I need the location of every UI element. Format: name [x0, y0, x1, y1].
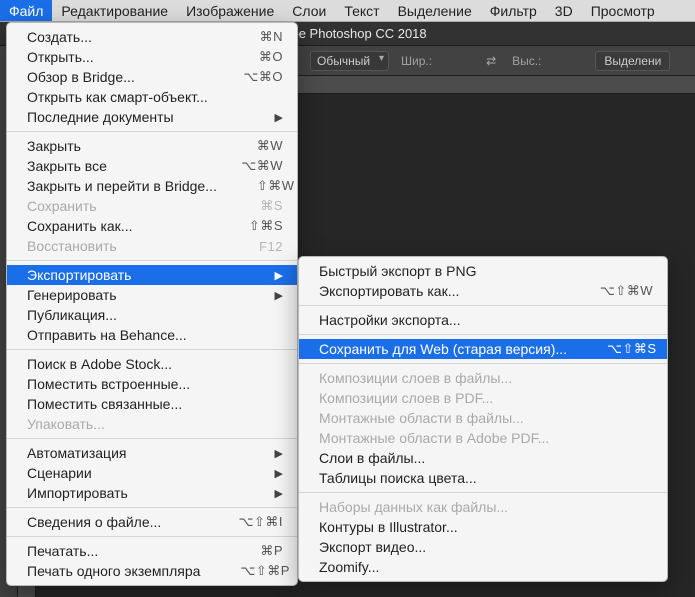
menu-separator — [299, 305, 667, 306]
menu-package: Упаковать... — [7, 414, 297, 434]
submenu-artboards-pdf: Монтажные области в Adobe PDF... — [299, 428, 667, 448]
menu-save: Сохранить⌘S — [7, 196, 297, 216]
menu-separator — [299, 334, 667, 335]
menu-publish[interactable]: Публикация... — [7, 305, 297, 325]
menu-save-as[interactable]: Сохранить как...⇧⌘S — [7, 216, 297, 236]
chevron-right-icon: ▶ — [275, 467, 283, 480]
menu-adobe-stock[interactable]: Поиск в Adobe Stock... — [7, 354, 297, 374]
blend-mode-select[interactable]: Обычный — [310, 51, 389, 71]
submenu-layers-files[interactable]: Слои в файлы... — [299, 448, 667, 468]
menu-close[interactable]: Закрыть⌘W — [7, 136, 297, 156]
submenu-save-for-web[interactable]: Сохранить для Web (старая версия)...⌥⇧⌘S — [299, 339, 667, 359]
chevron-right-icon: ▶ — [275, 289, 283, 302]
menu-recent[interactable]: Последние документы▶ — [7, 107, 297, 127]
menu-place-embedded[interactable]: Поместить встроенные... — [7, 374, 297, 394]
menu-separator — [7, 507, 297, 508]
menu-automate[interactable]: Автоматизация▶ — [7, 443, 297, 463]
menu-print[interactable]: Печатать...⌘P — [7, 541, 297, 561]
menu-print-one[interactable]: Печать одного экземпляра⌥⇧⌘P — [7, 561, 297, 581]
submenu-export-as[interactable]: Экспортировать как...⌥⇧⌘W — [299, 281, 667, 301]
submenu-quick-png[interactable]: Быстрый экспорт в PNG — [299, 261, 667, 281]
menu-browse-bridge[interactable]: Обзор в Bridge...⌥⌘O — [7, 67, 297, 87]
menu-file-info[interactable]: Сведения о файле...⌥⇧⌘I — [7, 512, 297, 532]
menu-create[interactable]: Создать...⌘N — [7, 27, 297, 47]
menu-separator — [7, 438, 297, 439]
height-label: Выс.: — [512, 54, 541, 68]
submenu-datasets: Наборы данных как файлы... — [299, 497, 667, 517]
chevron-right-icon: ▶ — [275, 111, 283, 124]
file-menu: Создать...⌘N Открыть...⌘O Обзор в Bridge… — [6, 22, 298, 586]
menu-separator — [299, 492, 667, 493]
menu-close-all[interactable]: Закрыть все⌥⌘W — [7, 156, 297, 176]
menu-import[interactable]: Импортировать▶ — [7, 483, 297, 503]
menu-separator — [7, 349, 297, 350]
menu-behance[interactable]: Отправить на Behance... — [7, 325, 297, 345]
menu-generate[interactable]: Генерировать▶ — [7, 285, 297, 305]
menubar-select[interactable]: Выделение — [389, 0, 481, 21]
chevron-right-icon: ▶ — [275, 447, 283, 460]
menu-place-linked[interactable]: Поместить связанные... — [7, 394, 297, 414]
submenu-artboards-files: Монтажные области в файлы... — [299, 408, 667, 428]
width-label: Шир.: — [401, 54, 432, 68]
menu-export[interactable]: Экспортировать▶ — [7, 265, 297, 285]
menu-revert: ВосстановитьF12 — [7, 236, 297, 256]
menubar-3d[interactable]: 3D — [546, 0, 582, 21]
menubar-text[interactable]: Текст — [335, 0, 388, 21]
export-submenu: Быстрый экспорт в PNG Экспортировать как… — [298, 256, 668, 582]
menu-open-smart[interactable]: Открыть как смарт-объект... — [7, 87, 297, 107]
submenu-layer-comps-files: Композиции слоев в файлы... — [299, 368, 667, 388]
submenu-illustrator[interactable]: Контуры в Illustrator... — [299, 517, 667, 537]
submenu-zoomify[interactable]: Zoomify... — [299, 557, 667, 577]
submenu-color-lookup[interactable]: Таблицы поиска цвета... — [299, 468, 667, 488]
menu-separator — [299, 363, 667, 364]
menubar: Файл Редактирование Изображение Слои Тек… — [0, 0, 695, 22]
selection-button[interactable]: Выделени — [595, 51, 670, 71]
menu-separator — [7, 536, 297, 537]
menu-separator — [7, 260, 297, 261]
menubar-edit[interactable]: Редактирование — [52, 0, 177, 21]
swap-icon[interactable]: ⇄ — [486, 54, 500, 68]
menu-separator — [7, 131, 297, 132]
chevron-right-icon: ▶ — [275, 269, 283, 282]
submenu-video[interactable]: Экспорт видео... — [299, 537, 667, 557]
menubar-filter[interactable]: Фильтр — [481, 0, 546, 21]
menubar-view[interactable]: Просмотр — [582, 0, 664, 21]
menu-close-bridge[interactable]: Закрыть и перейти в Bridge...⇧⌘W — [7, 176, 297, 196]
submenu-layer-comps-pdf: Композиции слоев в PDF... — [299, 388, 667, 408]
menu-scripts[interactable]: Сценарии▶ — [7, 463, 297, 483]
chevron-right-icon: ▶ — [275, 487, 283, 500]
submenu-export-prefs[interactable]: Настройки экспорта... — [299, 310, 667, 330]
menubar-layers[interactable]: Слои — [283, 0, 335, 21]
menu-open[interactable]: Открыть...⌘O — [7, 47, 297, 67]
menubar-image[interactable]: Изображение — [177, 0, 283, 21]
menubar-file[interactable]: Файл — [0, 0, 52, 21]
